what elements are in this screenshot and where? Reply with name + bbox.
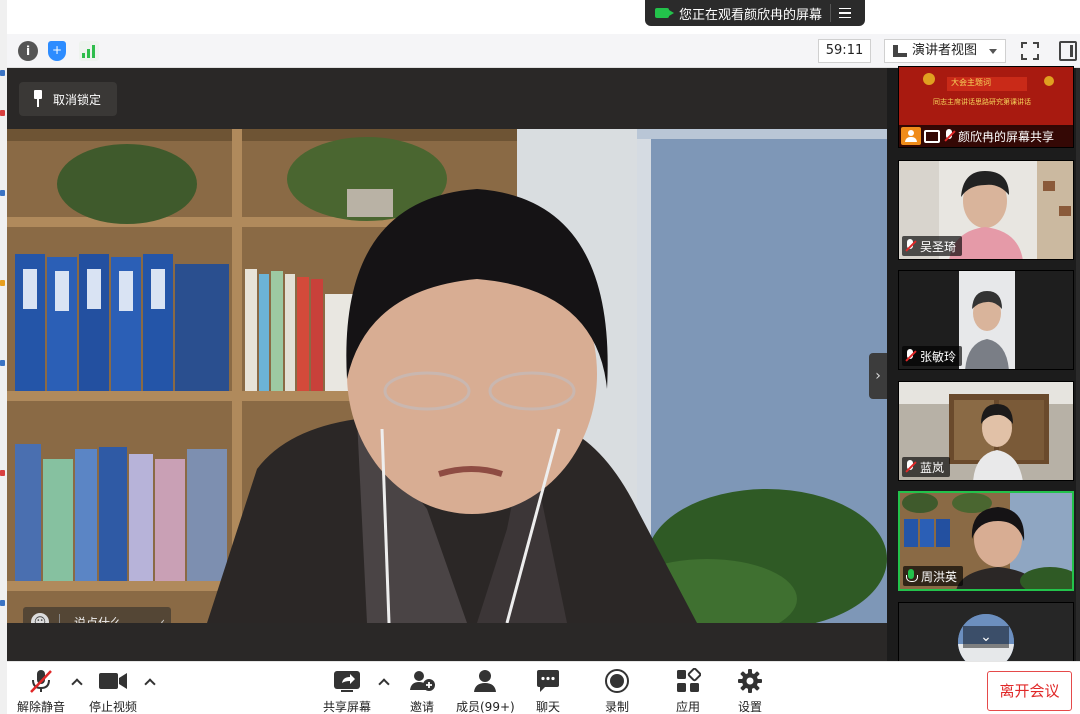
mic-muted-icon — [28, 668, 54, 694]
screen-share-tile[interactable]: 大会主题词 同志主席讲话思路研究第课讲话 颜欣冉的屏幕共享 — [898, 66, 1074, 148]
participants-label: 成员(99+) — [456, 700, 515, 714]
chevron-up-icon[interactable] — [71, 678, 83, 690]
participant-name-tag: 吴圣琦 — [902, 236, 963, 256]
share-screen-icon — [333, 668, 361, 694]
speaker-video: ☺ 说点什么... ‹ — [7, 129, 887, 623]
participant-name-tag: 张敏玲 — [902, 346, 963, 366]
view-mode-label: 演讲者视图 — [912, 43, 978, 58]
user-icon — [901, 127, 921, 145]
settings-label: 设置 — [737, 700, 762, 714]
mic-active-icon — [905, 569, 918, 583]
participant-tile[interactable]: 张敏玲 — [898, 270, 1074, 370]
pin-icon — [31, 90, 45, 108]
share-tile-caption: 颜欣冉的屏幕共享 — [899, 125, 1073, 147]
apps-label: 应用 — [675, 700, 700, 714]
mic-muted-icon — [943, 129, 955, 143]
settings-button[interactable]: 设置 — [737, 668, 763, 714]
chat-label: 聊天 — [535, 700, 560, 714]
video-camera-icon — [655, 8, 674, 18]
meeting-window: 您正在观看颜欣冉的屏幕 i + 59:11 演讲者视图 ☺ 说点什么... ‹ … — [0, 0, 1080, 714]
record-icon — [604, 668, 630, 694]
chevron-up-icon[interactable] — [378, 678, 390, 690]
view-mode-dropdown[interactable]: 演讲者视图 — [884, 39, 1006, 63]
share-tile-label: 颜欣冉的屏幕共享 — [958, 129, 1055, 144]
speaker-view-icon — [893, 45, 907, 57]
divider — [830, 4, 832, 22]
participant-name-tag: 周洪英 — [903, 566, 964, 586]
apps-icon — [675, 667, 702, 694]
participants-icon — [472, 668, 498, 694]
participant-tile-active[interactable]: 周洪英 — [898, 491, 1074, 591]
signal-strength-icon[interactable] — [79, 41, 99, 61]
screen-share-banner[interactable]: 您正在观看颜欣冉的屏幕 — [645, 0, 865, 26]
leave-meeting-button[interactable]: 离开会议 — [987, 671, 1072, 711]
chevron-down-icon — [989, 49, 997, 54]
emoji-icon[interactable]: ☺ — [31, 613, 49, 623]
video-camera-icon — [98, 668, 128, 694]
share-banner-line2: 同志主席讲话思路研究第课讲话 — [933, 98, 1031, 106]
stop-video-label: 停止视频 — [89, 700, 138, 714]
chevron-up-icon[interactable] — [144, 678, 156, 690]
participant-name: 周洪英 — [921, 569, 958, 584]
mic-muted-icon — [904, 349, 916, 363]
sidebar-scrollbar[interactable] — [1076, 68, 1080, 661]
info-icon[interactable]: i — [18, 41, 38, 61]
mic-muted-icon — [904, 460, 916, 474]
add-user-icon — [408, 668, 436, 694]
fullscreen-icon[interactable] — [1020, 41, 1040, 61]
apps-button[interactable]: 应用 — [675, 667, 702, 714]
record-button[interactable]: 录制 — [604, 668, 630, 714]
participants-button[interactable]: 成员(99+) — [456, 668, 515, 714]
mic-muted-icon — [904, 239, 916, 253]
invite-button[interactable]: 邀请 — [407, 668, 437, 714]
shield-icon[interactable]: + — [48, 41, 66, 61]
record-label: 录制 — [604, 700, 629, 714]
divider — [59, 614, 60, 623]
top-toolbar: i + 59:11 演讲者视图 — [7, 34, 1080, 68]
participant-name: 张敏玲 — [920, 349, 957, 364]
share-screen-button[interactable]: 共享屏幕 — [322, 668, 372, 714]
main-stage: ☺ 说点什么... ‹ 取消锁定 › — [7, 68, 887, 661]
participant-name: 蓝岚 — [920, 460, 945, 475]
participant-tile[interactable]: 蓝岚 — [898, 381, 1074, 481]
chat-input[interactable]: ☺ 说点什么... ‹ — [23, 607, 171, 623]
unpin-button[interactable]: 取消锁定 — [19, 82, 117, 116]
unmute-label: 解除静音 — [17, 700, 66, 714]
chat-placeholder: 说点什么... — [74, 615, 134, 624]
screen-share-icon — [924, 129, 940, 143]
share-screen-label: 共享屏幕 — [322, 700, 371, 714]
share-banner-line1: 大会主题词 — [951, 78, 991, 87]
unpin-label: 取消锁定 — [53, 92, 102, 107]
participant-tile[interactable]: 吴圣琦 — [898, 160, 1074, 260]
participant-name-tag: 蓝岚 — [902, 457, 951, 477]
collapse-sidebar-button[interactable]: › — [869, 353, 887, 399]
participant-name: 吴圣琦 — [920, 239, 957, 254]
desktop-strip — [0, 0, 7, 714]
share-banner-text: 您正在观看颜欣冉的屏幕 — [679, 7, 823, 23]
meeting-timer: 59:11 — [818, 39, 871, 63]
unmute-button[interactable]: 解除静音 — [17, 668, 65, 714]
chat-button[interactable]: 聊天 — [535, 668, 561, 714]
gear-icon — [737, 668, 763, 694]
chevron-down-icon: ⌄ — [963, 626, 1009, 648]
participant-sidebar: 大会主题词 同志主席讲话思路研究第课讲话 颜欣冉的屏幕共享 吴圣琦 张敏玲 蓝岚… — [887, 66, 1080, 672]
menu-icon[interactable] — [839, 7, 852, 19]
bottom-toolbar: 解除静音 停止视频 共享屏幕 邀请 成员(99+) 聊天 录制 应用 设置 离开… — [7, 661, 1080, 714]
invite-label: 邀请 — [409, 700, 434, 714]
chevron-left-icon[interactable]: ‹ — [160, 615, 165, 623]
stop-video-button[interactable]: 停止视频 — [89, 668, 137, 714]
side-panel-icon[interactable] — [1059, 41, 1077, 61]
chat-icon — [535, 668, 561, 694]
